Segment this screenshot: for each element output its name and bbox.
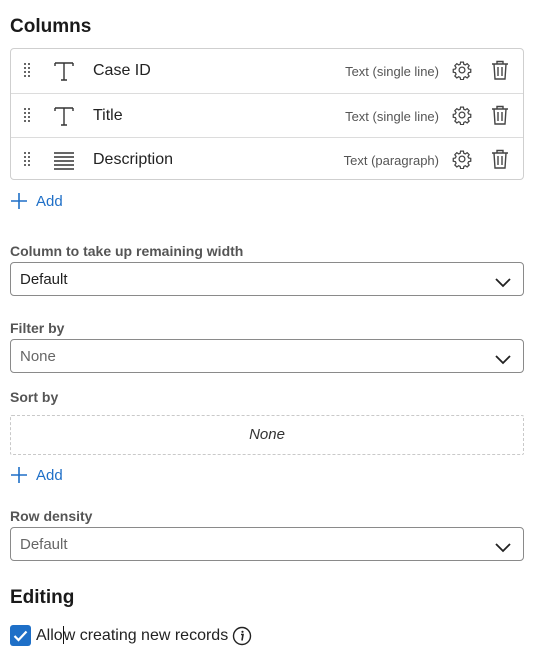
add-sort-label: Add xyxy=(36,466,63,484)
info-icon[interactable] xyxy=(232,626,252,646)
sort-by-empty-state: None xyxy=(10,415,524,455)
column-name: Description xyxy=(93,151,174,168)
remaining-width-value: Default xyxy=(20,271,68,288)
text-icon xyxy=(53,106,75,131)
plus-icon xyxy=(11,467,27,483)
sort-by-empty-text: None xyxy=(249,426,285,443)
row-density-value: Default xyxy=(20,536,68,553)
chevron-down-icon xyxy=(495,540,511,557)
filter-by-select[interactable]: None xyxy=(10,339,524,373)
add-sort-button[interactable]: Add xyxy=(10,466,63,484)
gear-icon[interactable] xyxy=(452,105,472,130)
column-row-case-id[interactable]: Case ID Text (single line) xyxy=(11,49,523,93)
remaining-width-label: Column to take up remaining width xyxy=(10,243,244,259)
chevron-down-icon xyxy=(495,352,511,369)
column-row-title[interactable]: Title Text (single line) xyxy=(11,93,523,137)
column-name: Title xyxy=(93,107,123,124)
allow-new-records-label[interactable]: Allow creating new records xyxy=(36,625,229,646)
plus-icon xyxy=(11,193,27,209)
gear-icon[interactable] xyxy=(452,149,472,174)
delete-icon[interactable] xyxy=(491,149,509,174)
chevron-down-icon xyxy=(495,275,511,292)
add-column-button[interactable]: Add xyxy=(10,192,63,210)
columns-heading: Columns xyxy=(10,16,92,37)
column-type: Text (single line) xyxy=(345,109,439,124)
remaining-width-select[interactable]: Default xyxy=(10,262,524,296)
delete-icon[interactable] xyxy=(491,60,509,85)
column-type: Text (single line) xyxy=(345,64,439,79)
row-density-label: Row density xyxy=(10,508,93,524)
allow-new-records-checkbox[interactable] xyxy=(10,625,31,646)
column-name: Case ID xyxy=(93,62,151,79)
column-row-description[interactable]: Description Text (paragraph) xyxy=(11,137,523,181)
label-text-start: Allo xyxy=(36,626,63,644)
editing-heading: Editing xyxy=(10,587,75,608)
row-density-select[interactable]: Default xyxy=(10,527,524,561)
filter-by-value: None xyxy=(20,348,56,365)
column-type: Text (paragraph) xyxy=(343,153,439,168)
drag-handle-icon[interactable] xyxy=(24,62,30,83)
allow-new-records-row: Allow creating new records xyxy=(10,625,252,646)
drag-handle-icon[interactable] xyxy=(24,151,30,172)
text-icon xyxy=(53,61,75,86)
gear-icon[interactable] xyxy=(452,60,472,85)
delete-icon[interactable] xyxy=(491,105,509,130)
columns-list: Case ID Text (single line) Title Text (s… xyxy=(10,48,524,180)
drag-handle-icon[interactable] xyxy=(24,107,30,128)
filter-by-label: Filter by xyxy=(10,320,65,336)
checkmark-icon xyxy=(13,630,28,642)
label-text-end: w creating new records xyxy=(63,626,229,644)
paragraph-icon xyxy=(53,150,75,175)
sort-by-label: Sort by xyxy=(10,389,59,405)
add-column-label: Add xyxy=(36,192,63,210)
